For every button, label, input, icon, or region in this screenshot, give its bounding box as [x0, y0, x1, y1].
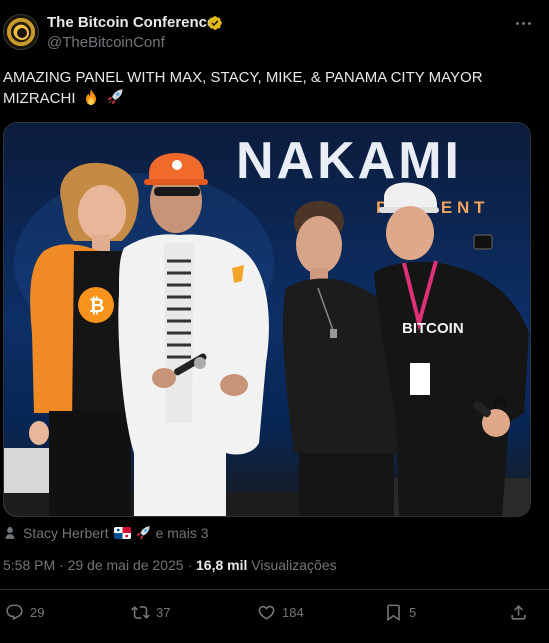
author-display-name[interactable]: The Bitcoin Conference [47, 14, 215, 31]
retweet-button[interactable]: 37 [131, 601, 170, 623]
retweet-count: 37 [156, 604, 171, 620]
action-bar: 29 37 184 5 [0, 601, 549, 625]
reply-count: 29 [30, 604, 45, 620]
author-handle[interactable]: @TheBitcoinConf [47, 34, 165, 51]
like-count: 184 [282, 604, 304, 620]
rocket-emoji-icon [135, 526, 150, 540]
tweet-photo[interactable]: NAKAMI P R E S E N T ₿ [3, 122, 531, 517]
tagged-user-name[interactable]: Stacy Herbert [23, 525, 109, 541]
photo-canvas: NAKAMI P R E S E N T ₿ [4, 123, 530, 516]
timestamp[interactable]: 5:58 PM · 29 de mai de 2025 · [3, 557, 196, 573]
views-count: 16,8 mil [196, 557, 248, 573]
views-label: Visualizações [247, 557, 337, 573]
panama-flag-icon [113, 527, 131, 539]
tagged-users[interactable]: Stacy Herbert e mais 3 [3, 524, 209, 542]
person-icon [5, 526, 15, 539]
divider [0, 589, 549, 590]
shirt-text: BITCOIN [402, 320, 464, 337]
reply-icon [6, 604, 23, 620]
avatar[interactable] [3, 14, 39, 50]
verified-badge-icon[interactable] [207, 15, 223, 31]
rocket-emoji-icon [107, 89, 123, 105]
tweet-text: AMAZING PANEL WITH MAX, STACY, MIKE, & P… [3, 67, 533, 109]
fire-emoji-icon [85, 89, 96, 105]
timestamp-row: 5:58 PM · 29 de mai de 2025 · 16,8 mil V… [3, 557, 337, 573]
tweet-text-line-1: AMAZING PANEL WITH MAX, STACY, MIKE, & P… [3, 69, 483, 86]
bitcoin-logo-icon [15, 26, 29, 40]
reply-button[interactable]: 29 [5, 601, 44, 623]
more-options-icon[interactable] [512, 12, 534, 34]
tweet-text-line-2: MIZRACHI [3, 90, 76, 107]
svg-text:₿: ₿ [89, 296, 104, 317]
like-button[interactable]: 184 [257, 601, 304, 623]
tweet-header: The Bitcoin Conference @TheBitcoinConf [0, 0, 549, 60]
bookmark-icon [387, 604, 400, 621]
heart-icon [258, 605, 275, 620]
banner-text: NAKAMI [236, 132, 462, 190]
share-button[interactable] [509, 601, 534, 623]
tagged-and-more[interactable]: e mais 3 [156, 525, 209, 541]
bookmark-count: 5 [409, 604, 417, 620]
retweet-icon [131, 605, 150, 619]
bookmark-button[interactable]: 5 [384, 601, 416, 623]
share-icon [511, 604, 526, 620]
